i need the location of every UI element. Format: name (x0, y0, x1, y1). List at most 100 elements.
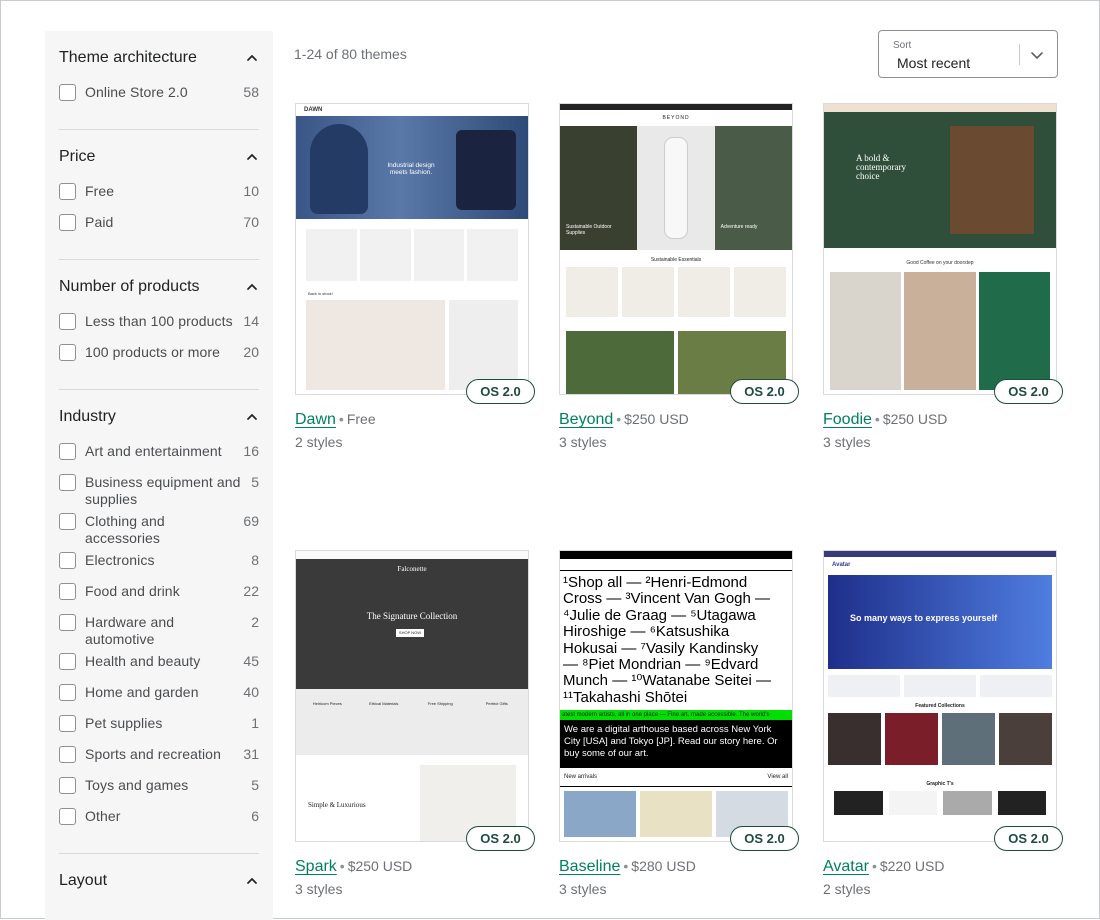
theme-name-link[interactable]: Beyond (559, 411, 613, 428)
filter-group-header[interactable]: Industry (59, 390, 259, 438)
theme-thumbnail[interactable]: BEYOND Sustainable Outdoor Supplies Adve… (559, 103, 793, 395)
filter-checkbox[interactable] (59, 715, 76, 732)
theme-card[interactable]: Falconette The Signature Collection SHOP… (295, 550, 535, 897)
filter-group-header[interactable]: Price (59, 130, 259, 178)
preview-text-line: Munch — ¹⁰Watanabe Seitei — (563, 672, 772, 690)
filter-option-label: Clothing and accessories (85, 513, 165, 546)
theme-name-link[interactable]: Foodie (823, 411, 872, 428)
theme-styles: 2 styles (823, 881, 871, 897)
filter-checkbox[interactable] (59, 808, 76, 825)
filter-option-count: 40 (243, 684, 259, 700)
os-badge: OS 2.0 (730, 379, 799, 404)
filter-option[interactable]: Art and entertainment 16 (59, 443, 259, 469)
theme-price: $280 USD (631, 858, 696, 874)
filter-option[interactable]: Paid 70 (59, 214, 259, 240)
preview-ticker: atest modern artists, all in one place —… (560, 710, 792, 721)
filter-checkbox[interactable] (59, 746, 76, 763)
separator-dot: • (874, 411, 880, 427)
preview-section-title: Sustainable Essentials (650, 257, 702, 263)
filter-option-count: 69 (243, 513, 259, 529)
filter-option[interactable]: Home and garden 40 (59, 684, 259, 710)
theme-name-link[interactable]: Dawn (295, 411, 336, 428)
filter-checkbox[interactable] (59, 777, 76, 794)
filter-option[interactable]: Food and drink 22 (59, 583, 259, 609)
theme-name-link[interactable]: Baseline (559, 858, 620, 875)
theme-thumbnail[interactable]: Avatar So many ways to express yourself … (823, 550, 1057, 842)
preview-brand: BEYOND (662, 115, 690, 121)
filter-checkbox[interactable] (59, 84, 76, 101)
filter-group: Price Free 10 Paid 70 (59, 130, 259, 260)
chevron-up-icon[interactable] (245, 874, 259, 888)
filter-checkbox[interactable] (59, 614, 76, 631)
preview-text-line: Hiroshige — ⁶Katsushika (563, 623, 730, 641)
filter-checkbox[interactable] (59, 183, 76, 200)
filter-group-header[interactable]: Theme architecture (59, 31, 259, 79)
filter-option[interactable]: Sports and recreation 31 (59, 746, 259, 772)
filter-option[interactable]: Free 10 (59, 183, 259, 209)
filter-option-label: Online Store 2.0 (85, 84, 188, 100)
theme-card[interactable]: Avatar So many ways to express yourself … (823, 550, 1063, 897)
theme-card[interactable]: A bold & contemporary choice Good Coffee… (823, 103, 1063, 450)
theme-card[interactable]: ¹Shop all — ²Henri-Edmond Cross — ³Vincen… (559, 550, 799, 897)
filter-group: Industry Art and entertainment 16 Business … (59, 390, 259, 854)
filter-option[interactable]: Business equipment and supplies 5 (59, 474, 259, 508)
preview-text-line: ¹Shop all — ²Henri-Edmond (563, 574, 748, 591)
filter-option[interactable]: Online Store 2.0 58 (59, 84, 259, 110)
filter-option[interactable]: 100 products or more 20 (59, 344, 259, 370)
filter-option-count: 2 (251, 614, 259, 630)
filter-option[interactable]: Less than 100 products 14 (59, 313, 259, 339)
theme-card[interactable]: BEYOND Sustainable Outdoor Supplies Adve… (559, 103, 799, 450)
separator-dot: • (623, 858, 629, 874)
sort-select[interactable]: Sort Most recent (878, 30, 1058, 78)
preview-section-title-2: Graphic T's (926, 781, 954, 787)
theme-name-link[interactable]: Spark (295, 858, 337, 875)
filter-option[interactable]: Health and beauty 45 (59, 653, 259, 679)
preview-view-all: View all (767, 774, 788, 781)
filter-option-count: 20 (243, 344, 259, 360)
filter-checkbox[interactable] (59, 443, 76, 460)
filter-option[interactable]: Electronics 8 (59, 552, 259, 578)
filter-checkbox[interactable] (59, 214, 76, 231)
theme-price: $250 USD (882, 411, 948, 427)
filter-option-count: 10 (243, 183, 259, 199)
theme-thumbnail[interactable]: DAWN Industrial design meets fashion. Ba… (295, 103, 529, 395)
filter-option[interactable]: Toys and games 5 (59, 777, 259, 803)
filter-checkbox[interactable] (59, 474, 76, 491)
filter-option-label: Electronics (85, 552, 155, 568)
filter-option[interactable]: Clothing and accessories 69 (59, 513, 259, 547)
preview-hero-text: The Signature Collection (366, 611, 458, 621)
filter-option-count: 14 (243, 313, 259, 329)
filter-checkbox[interactable] (59, 583, 76, 600)
filter-checkbox[interactable] (59, 653, 76, 670)
theme-name-link[interactable]: Avatar (823, 858, 869, 875)
filter-checkbox[interactable] (59, 552, 76, 569)
chevron-up-icon[interactable] (245, 51, 259, 65)
chevron-up-icon[interactable] (245, 280, 259, 294)
filter-option-label: Business equipment and supplies (85, 474, 241, 507)
filter-checkbox[interactable] (59, 513, 76, 530)
filter-group-header[interactable]: Number of products (59, 260, 259, 308)
preview-cta: SHOP NOW (396, 629, 424, 637)
filter-checkbox[interactable] (59, 313, 76, 330)
filter-option-label: Art and entertainment (85, 443, 222, 459)
theme-styles: 3 styles (559, 434, 607, 450)
chevron-up-icon[interactable] (245, 410, 259, 424)
theme-card[interactable]: DAWN Industrial design meets fashion. Ba… (295, 103, 535, 450)
preview-column: Heirloom Pieces (312, 701, 342, 706)
separator-dot: • (338, 411, 344, 427)
filter-option-count: 58 (243, 84, 259, 100)
filter-checkbox[interactable] (59, 344, 76, 361)
filter-option[interactable]: Other 6 (59, 808, 259, 834)
theme-thumbnail[interactable]: ¹Shop all — ²Henri-Edmond Cross — ³Vincen… (559, 550, 793, 842)
filter-group-header[interactable]: Layout (59, 854, 259, 902)
preview-text-line: Cross — ³Vincent Van Gogh — (563, 590, 771, 608)
filter-option[interactable]: Pet supplies 1 (59, 715, 259, 741)
filter-checkbox[interactable] (59, 684, 76, 701)
filter-option[interactable]: Hardware and automotive 2 (59, 614, 259, 648)
filter-group-title: Number of products (59, 278, 200, 295)
theme-thumbnail[interactable]: A bold & contemporary choice Good Coffee… (823, 103, 1057, 395)
filter-option-label: 100 products or more (85, 344, 221, 360)
preview-text-line: ⁴Julie de Graag — ⁵Utagawa (563, 606, 756, 624)
theme-thumbnail[interactable]: Falconette The Signature Collection SHOP… (295, 550, 529, 842)
chevron-up-icon[interactable] (245, 150, 259, 164)
